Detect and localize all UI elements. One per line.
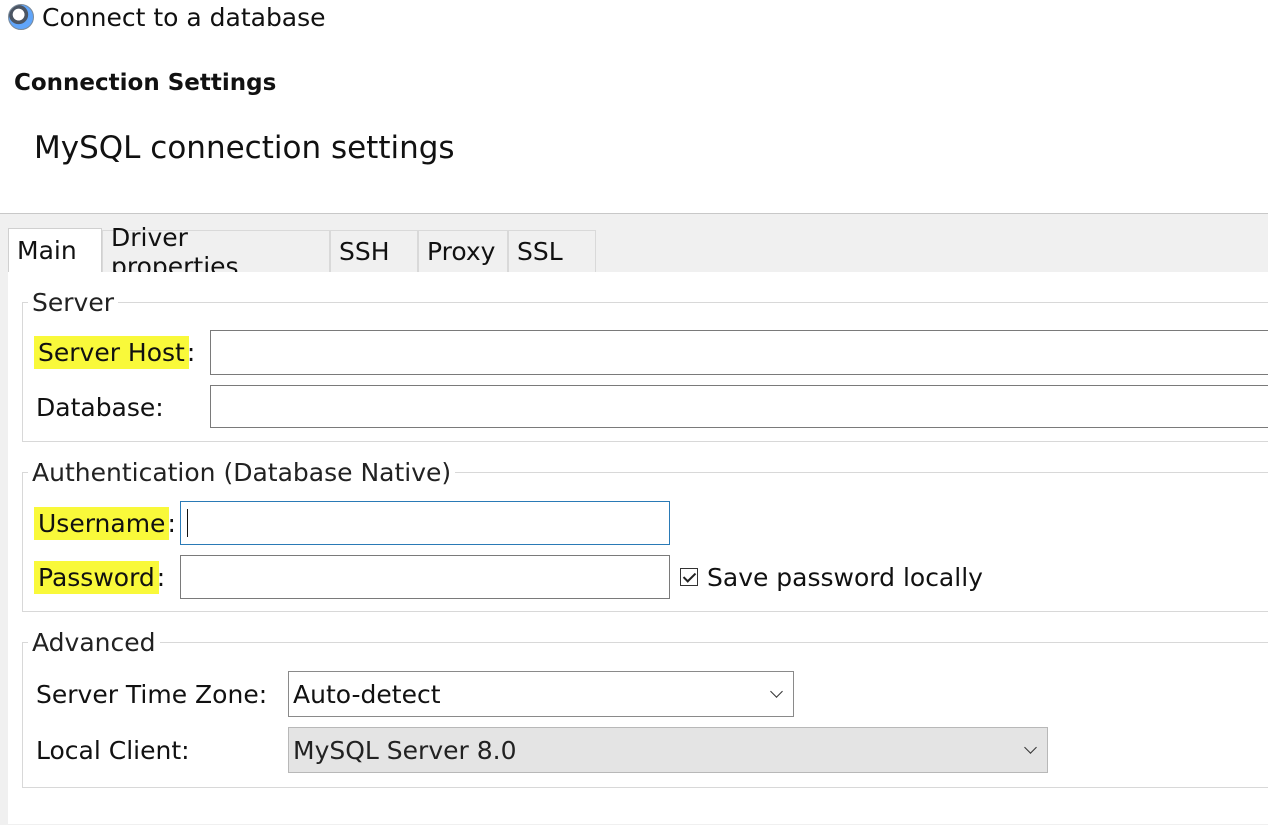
server-host-colon: :	[186, 338, 196, 367]
password-input[interactable]	[180, 555, 670, 599]
server-time-zone-label: Server Time Zone:	[36, 680, 268, 709]
window-title-bar: Connect to a database	[8, 2, 326, 32]
advanced-group-label: Advanced	[28, 628, 160, 657]
tab-main[interactable]: Main	[8, 228, 102, 272]
tab-ssl[interactable]: SSL	[508, 230, 596, 272]
main-tab-panel: Server Server Host: Database: Authentica…	[8, 272, 1268, 824]
username-label-wrap: Username:	[36, 509, 176, 538]
chevron-down-icon	[1024, 741, 1037, 754]
password-label-wrap: Password:	[36, 563, 165, 592]
save-password-checkbox[interactable]	[680, 568, 698, 586]
tab-driver-properties[interactable]: Driver properties	[102, 223, 330, 281]
tab-bar: Main Driver properties SSH Proxy SSL	[8, 223, 596, 281]
password-label: Password	[36, 563, 157, 592]
database-label: Database:	[36, 393, 164, 422]
window-title: Connect to a database	[42, 2, 326, 32]
password-colon: :	[156, 563, 166, 592]
local-client-select[interactable]: MySQL Server 8.0	[288, 727, 1048, 773]
chevron-down-icon	[770, 685, 783, 698]
section-title: Connection Settings	[14, 70, 277, 96]
database-input[interactable]	[210, 385, 1268, 428]
server-host-label-wrap: Server Host:	[36, 338, 195, 367]
server-host-input[interactable]	[210, 330, 1268, 375]
local-client-label: Local Client:	[36, 736, 190, 765]
username-input[interactable]	[180, 501, 670, 545]
server-time-zone-select[interactable]: Auto-detect	[288, 671, 794, 717]
dbeaver-app-icon	[8, 4, 34, 30]
tab-ssh[interactable]: SSH	[330, 230, 418, 272]
tab-proxy[interactable]: Proxy	[418, 230, 508, 272]
username-label: Username	[36, 509, 168, 538]
server-host-label: Server Host	[36, 338, 187, 367]
server-time-zone-value: Auto-detect	[293, 679, 441, 709]
page-subtitle: MySQL connection settings	[34, 130, 455, 166]
local-client-value: MySQL Server 8.0	[293, 735, 517, 765]
authentication-group-label: Authentication (Database Native)	[28, 458, 456, 487]
server-group-label: Server	[28, 288, 118, 317]
text-caret	[187, 509, 188, 537]
username-colon: :	[167, 509, 176, 538]
save-password-label[interactable]: Save password locally	[707, 563, 983, 592]
